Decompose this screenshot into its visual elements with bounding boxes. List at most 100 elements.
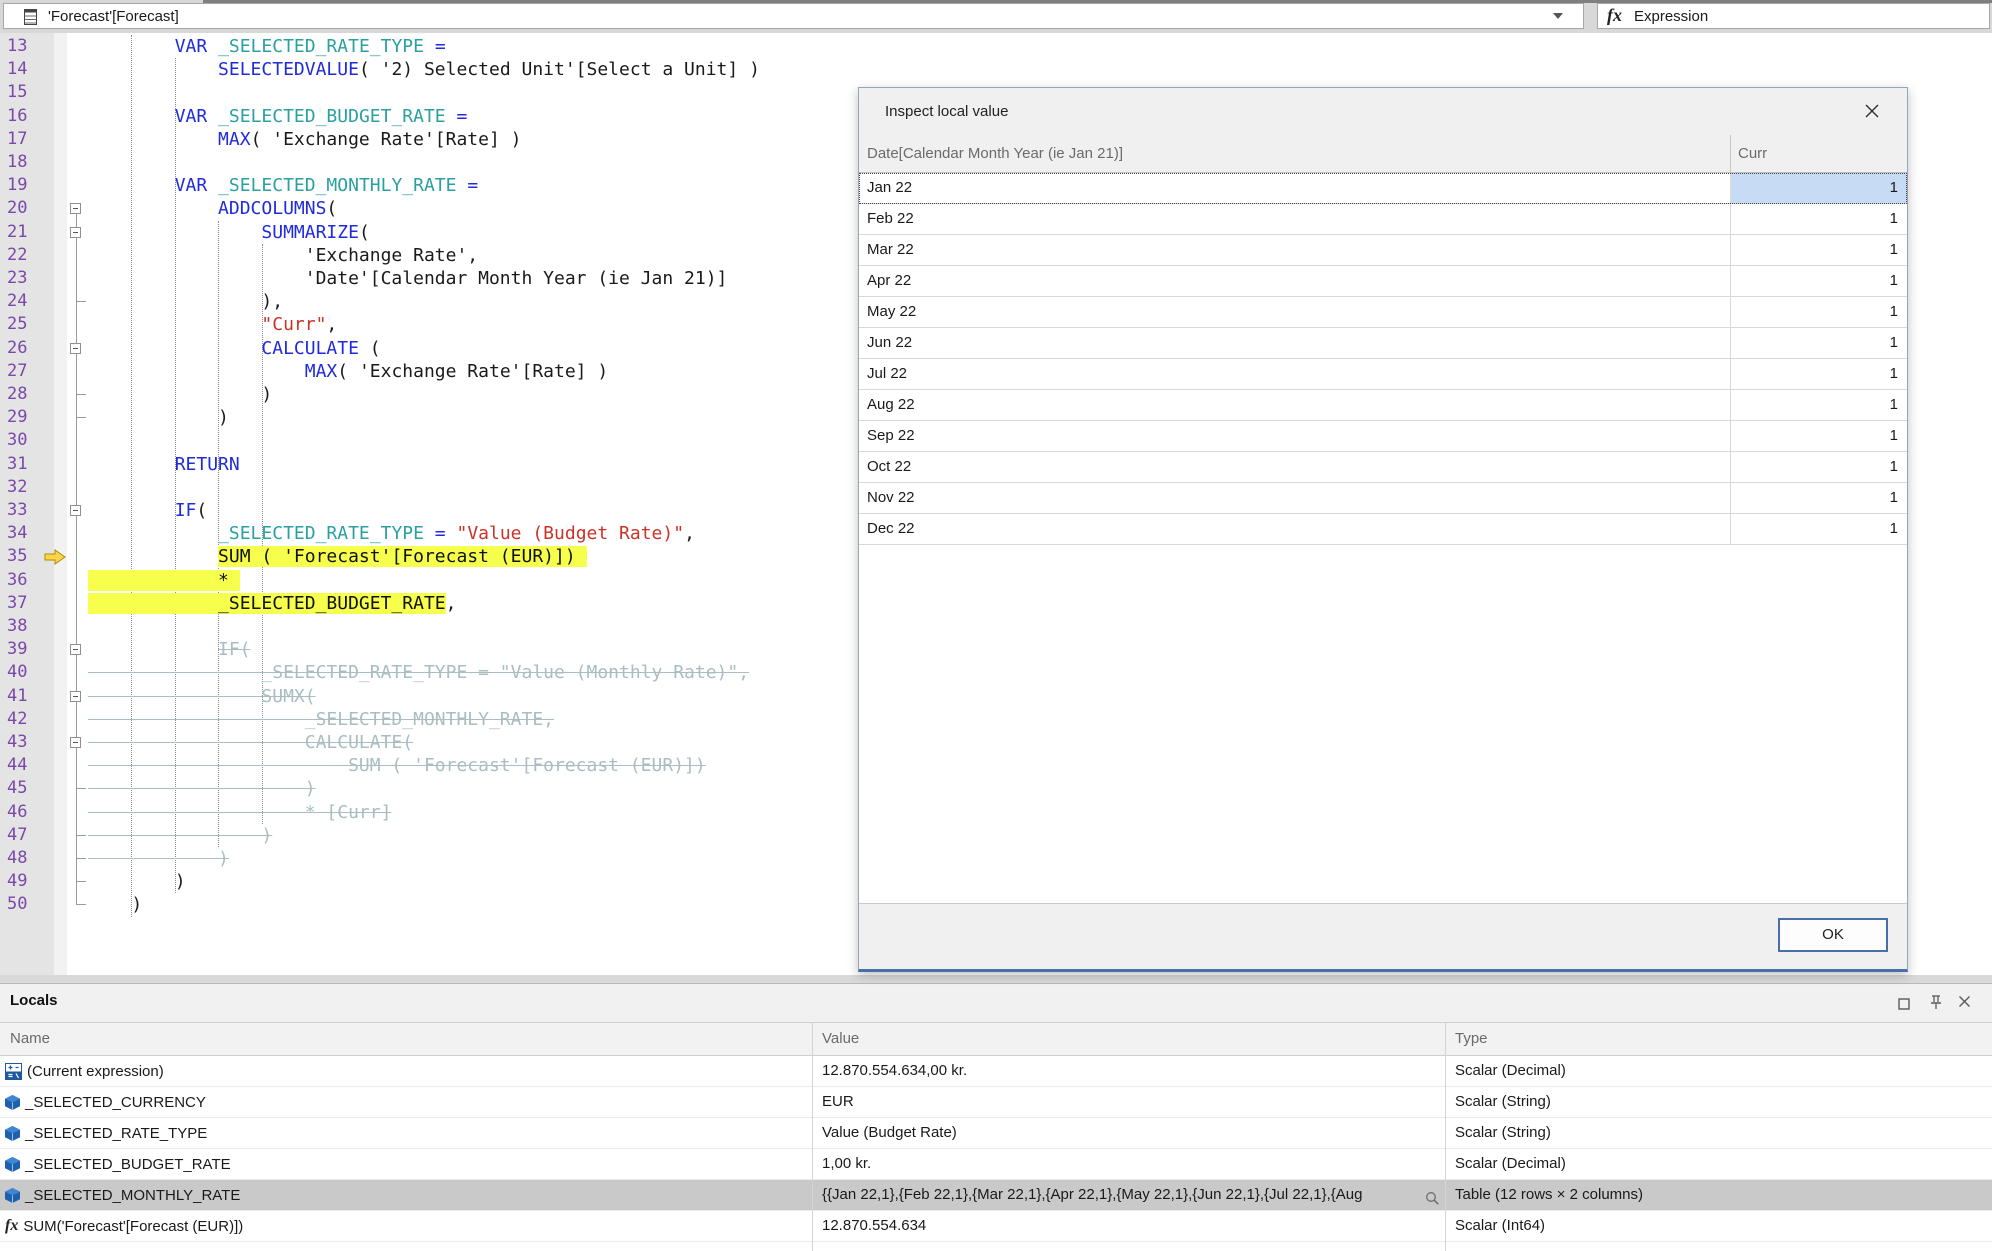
fold-toggle-icon[interactable]	[70, 203, 81, 214]
local-name-cell[interactable]: _SELECTED_MONTHLY_RATE	[0, 1180, 812, 1210]
curr-cell[interactable]: 1	[1730, 173, 1907, 203]
locals-row[interactable]: _SELECTED_CURRENCY EURScalar (String)	[0, 1087, 1992, 1118]
column-divider[interactable]	[812, 1022, 813, 1251]
curr-cell[interactable]: 1	[1730, 359, 1907, 389]
panel-splitter[interactable]	[0, 975, 1992, 983]
table-row[interactable]: May 221	[859, 297, 1907, 328]
local-value-cell[interactable]: 12.870.554.634	[812, 1211, 1445, 1241]
local-name-cell[interactable]: (Current expression)	[0, 1056, 812, 1086]
close-icon[interactable]	[1958, 995, 1971, 1013]
curr-cell[interactable]: 1	[1730, 421, 1907, 451]
month-cell[interactable]: Jun 22	[859, 328, 1730, 358]
local-type-cell[interactable]: Scalar (Int64)	[1445, 1211, 1992, 1241]
line-number: 47	[7, 824, 27, 847]
local-type-cell[interactable]: Scalar (String)	[1445, 1118, 1992, 1148]
code-line: 'Exchange Rate',	[88, 244, 478, 267]
local-type-cell[interactable]: Table (12 rows × 2 columns)	[1445, 1180, 1992, 1210]
code-line: ADDCOLUMNS(	[88, 197, 337, 220]
curr-cell[interactable]: 1	[1730, 328, 1907, 358]
month-cell[interactable]: May 22	[859, 297, 1730, 327]
month-cell[interactable]: Jan 22	[859, 173, 1730, 203]
locals-row[interactable]: (Current expression)12.870.554.634,00 kr…	[0, 1056, 1992, 1087]
curr-cell[interactable]: 1	[1730, 204, 1907, 234]
local-value-cell[interactable]: Value (Budget Rate)	[812, 1118, 1445, 1148]
curr-cell[interactable]: 1	[1730, 390, 1907, 420]
table-row[interactable]: Aug 221	[859, 390, 1907, 421]
month-cell[interactable]: Nov 22	[859, 483, 1730, 513]
locals-row[interactable]: fxSUM('Forecast'[Forecast (EUR)])12.870.…	[0, 1211, 1992, 1242]
local-name-cell[interactable]: _SELECTED_RATE_TYPE	[0, 1118, 812, 1148]
table-row[interactable]: Nov 221	[859, 483, 1907, 514]
value-table-header: Date[Calendar Month Year (ie Jan 21)] Cu…	[859, 135, 1907, 173]
local-value-cell[interactable]: EUR	[812, 1087, 1445, 1117]
fold-toggle-icon[interactable]	[70, 691, 81, 702]
pin-icon[interactable]	[1929, 994, 1943, 1016]
line-number: 21	[7, 221, 27, 244]
table-row[interactable]: Sep 221	[859, 421, 1907, 452]
expression-selector-combo[interactable]: 'Forecast'[Forecast]	[3, 3, 1584, 29]
local-name-cell[interactable]: _SELECTED_CURRENCY	[0, 1087, 812, 1117]
table-row[interactable]: Jan 221	[859, 173, 1907, 204]
column-divider[interactable]	[1445, 1022, 1446, 1251]
line-number: 25	[7, 313, 27, 336]
code-line: SUM ( 'Forecast'[Forecast (EUR)])	[88, 545, 587, 568]
code-line: IF(	[88, 638, 251, 661]
curr-cell[interactable]: 1	[1730, 266, 1907, 296]
month-cell[interactable]: Apr 22	[859, 266, 1730, 296]
local-name: _SELECTED_CURRENCY	[25, 1094, 206, 1111]
fold-toggle-icon[interactable]	[70, 505, 81, 516]
curr-cell[interactable]: 1	[1730, 483, 1907, 513]
local-type-cell[interactable]: Scalar (Decimal)	[1445, 1056, 1992, 1086]
locals-row[interactable]: _SELECTED_RATE_TYPEValue (Budget Rate)Sc…	[0, 1118, 1992, 1149]
table-row[interactable]: Feb 221	[859, 204, 1907, 235]
month-cell[interactable]: Mar 22	[859, 235, 1730, 265]
line-number: 24	[7, 290, 27, 313]
curr-cell[interactable]: 1	[1730, 514, 1907, 544]
fold-end-mark	[76, 417, 86, 418]
maximize-icon[interactable]	[1898, 997, 1910, 1015]
code-line: )	[88, 406, 229, 429]
table-row[interactable]: Jul 221	[859, 359, 1907, 390]
local-name-cell[interactable]: fxSUM('Forecast'[Forecast (EUR)])	[0, 1211, 812, 1241]
local-value-cell[interactable]: {{Jan 22,1},{Feb 22,1},{Mar 22,1},{Apr 2…	[812, 1180, 1445, 1210]
line-number: 44	[7, 754, 27, 777]
month-cell[interactable]: Oct 22	[859, 452, 1730, 482]
ok-button[interactable]: OK	[1778, 918, 1888, 952]
local-value-cell[interactable]: 12.870.554.634,00 kr.	[812, 1056, 1445, 1086]
fold-toggle-icon[interactable]	[70, 227, 81, 238]
magnifier-icon[interactable]	[1425, 1187, 1440, 1210]
dialog-titlebar: Inspect local value	[859, 88, 1907, 135]
dialog-close-icon[interactable]	[1864, 103, 1882, 121]
curr-cell[interactable]: 1	[1730, 297, 1907, 327]
month-cell[interactable]: Aug 22	[859, 390, 1730, 420]
fold-toggle-icon[interactable]	[70, 343, 81, 354]
table-row[interactable]: Jun 221	[859, 328, 1907, 359]
fold-end-mark	[76, 301, 86, 302]
line-number: 19	[7, 174, 27, 197]
locals-panel-title: Locals	[10, 992, 58, 1009]
month-cell[interactable]: Sep 22	[859, 421, 1730, 451]
variable-icon	[5, 1157, 20, 1172]
local-value-cell[interactable]: 1,00 kr.	[812, 1149, 1445, 1179]
inspect-local-value-dialog: Inspect local value Date[Calendar Month …	[858, 87, 1908, 972]
month-cell[interactable]: Jul 22	[859, 359, 1730, 389]
table-row[interactable]: Oct 221	[859, 452, 1907, 483]
local-name-cell[interactable]: _SELECTED_BUDGET_RATE	[0, 1149, 812, 1179]
table-row[interactable]: Apr 221	[859, 266, 1907, 297]
locals-row[interactable]: _SELECTED_BUDGET_RATE1,00 kr.Scalar (Dec…	[0, 1149, 1992, 1180]
fold-toggle-icon[interactable]	[70, 737, 81, 748]
chevron-down-icon[interactable]	[1553, 13, 1563, 19]
line-number: 49	[7, 870, 27, 893]
curr-cell[interactable]: 1	[1730, 452, 1907, 482]
line-number: 29	[7, 406, 27, 429]
local-type-cell[interactable]: Scalar (Decimal)	[1445, 1149, 1992, 1179]
current-statement-arrow-icon	[44, 549, 66, 570]
month-cell[interactable]: Dec 22	[859, 514, 1730, 544]
table-row[interactable]: Dec 221	[859, 514, 1907, 545]
curr-cell[interactable]: 1	[1730, 235, 1907, 265]
locals-row[interactable]: _SELECTED_MONTHLY_RATE{{Jan 22,1},{Feb 2…	[0, 1180, 1992, 1211]
table-row[interactable]: Mar 221	[859, 235, 1907, 266]
local-type-cell[interactable]: Scalar (String)	[1445, 1087, 1992, 1117]
fold-toggle-icon[interactable]	[70, 644, 81, 655]
month-cell[interactable]: Feb 22	[859, 204, 1730, 234]
